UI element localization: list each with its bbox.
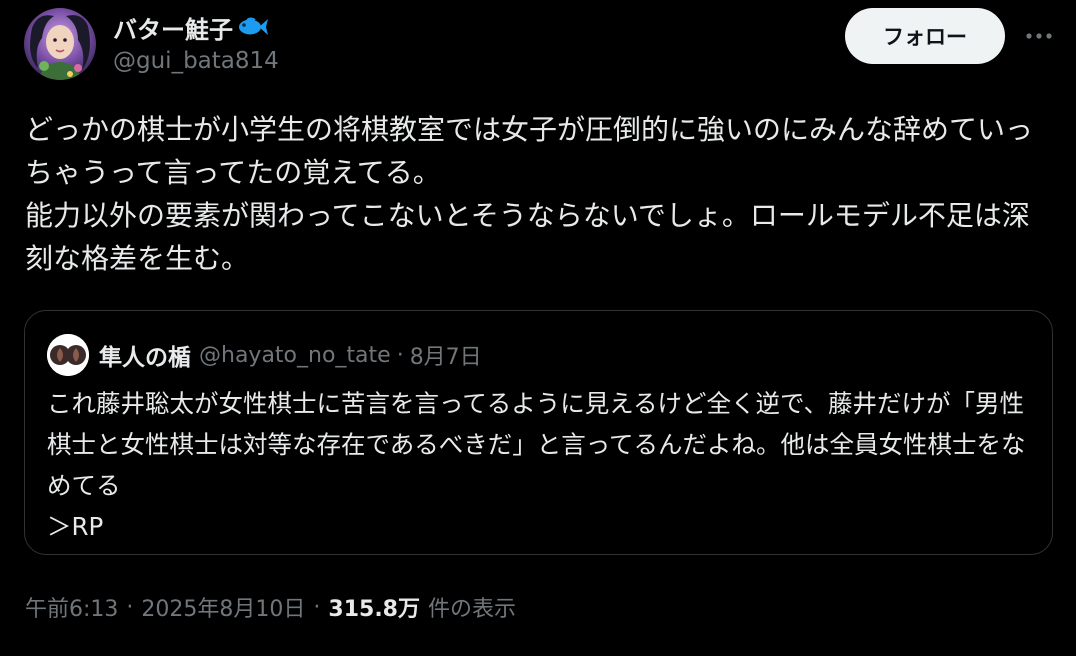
views-count: 315.8万 (328, 597, 420, 622)
author-handle[interactable]: @gui_bata814 (113, 48, 279, 74)
fish-icon (237, 16, 269, 38)
meta-separator: · (313, 594, 321, 620)
quote-text: これ藤井聡太が女性棋士に苦言を言ってるように見えるけど全く逆で、藤井だけが「男性… (47, 389, 1026, 541)
author-avatar[interactable] (24, 8, 96, 80)
quote-tweet-card[interactable]: 隼人の楯 @hayato_no_tate · 8月7日 これ藤井聡太が女性棋士に… (24, 310, 1053, 555)
quote-separator: · (396, 342, 404, 368)
author-name-row[interactable]: バター鮭子 (113, 10, 269, 44)
author-display-name[interactable]: バター鮭子 (113, 10, 233, 45)
quote-date[interactable]: 8月7日 (410, 339, 482, 371)
more-icon[interactable] (1022, 22, 1056, 50)
avatar-image (24, 8, 96, 80)
quote-avatar-image (47, 334, 89, 376)
meta-separator: · (126, 594, 134, 620)
tweet-text: どっかの棋士が小学生の将棋教室では女子が圧倒的に強いのにみんな辞めていっちゃうっ… (25, 113, 1034, 275)
views-label: 件の表示 (427, 597, 516, 622)
tweet: バター鮭子 @gui_bata814 フォロー どっかの棋士が小学生の将棋教室で… (0, 0, 1076, 656)
tweet-time[interactable]: 午前6:13 (25, 591, 118, 623)
quote-author-handle[interactable]: @hayato_no_tate (199, 343, 391, 368)
tweet-date[interactable]: 2025年8月10日 (141, 591, 305, 623)
quote-author-avatar[interactable] (47, 334, 89, 376)
follow-button[interactable]: フォロー (845, 8, 1005, 64)
quote-author-name[interactable]: 隼人の楯 (99, 338, 191, 372)
quote-header: 隼人の楯 @hayato_no_tate · 8月7日 (47, 334, 482, 376)
tweet-meta: 午前6:13 · 2025年8月10日 · 315.8万 件の表示 (25, 588, 516, 626)
